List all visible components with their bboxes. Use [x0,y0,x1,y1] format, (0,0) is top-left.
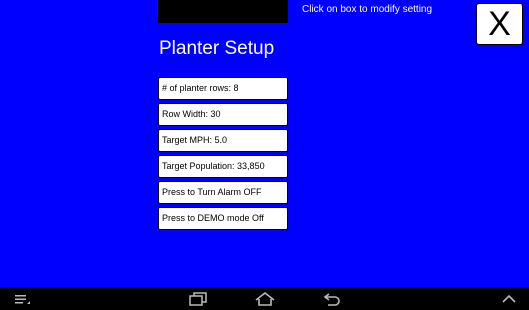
system-navbar [0,287,529,310]
alarm-toggle-button[interactable]: Press to Turn Alarm OFF [158,181,288,204]
settings-list: # of planter rows: 8 Row Width: 30 Targe… [158,77,288,233]
home-icon[interactable] [250,287,280,310]
chevron-up-icon[interactable] [496,287,522,310]
hint-text: Click on box to modify setting [302,4,433,15]
target-mph-button[interactable]: Target MPH: 5.0 [158,129,288,152]
recent-apps-icon[interactable] [184,287,212,310]
demo-mode-button[interactable]: Press to DEMO mode Off [158,207,288,230]
screen: Click on box to modify setting X Planter… [0,0,529,310]
row-width-button[interactable]: Row Width: 30 [158,103,288,126]
page-title: Planter Setup [159,38,275,59]
status-display-box [158,0,288,23]
target-population-button[interactable]: Target Population: 33,850 [158,155,288,178]
menu-icon[interactable] [10,287,34,310]
back-icon[interactable] [318,287,346,310]
planter-rows-button[interactable]: # of planter rows: 8 [158,77,288,100]
close-button[interactable]: X [476,3,523,45]
app-area: Click on box to modify setting X Planter… [0,0,529,287]
